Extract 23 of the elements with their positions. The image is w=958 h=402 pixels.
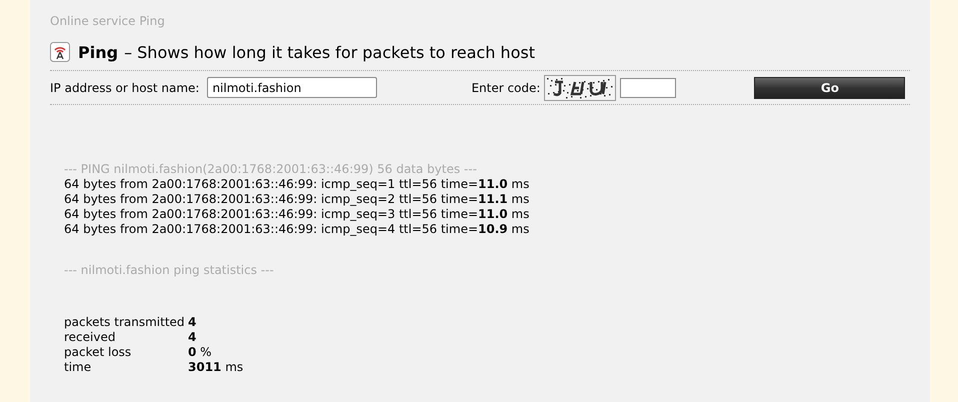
- stat-value: 4: [188, 330, 198, 345]
- ping-reply-line: 64 bytes from 2a00:1768:2001:63::46:99: icmp_seq=1 ttl=56 time=11.0 ms: [64, 177, 530, 192]
- code-label: Enter code:: [471, 80, 540, 94]
- go-button[interactable]: Go: [754, 76, 906, 98]
- ping-reply-line: 64 bytes from 2a00:1768:2001:63::46:99: icmp_seq=2 ttl=56 time=11.1 ms: [64, 192, 530, 207]
- stat-label: received: [64, 330, 116, 345]
- ping-header: --- PING nilmoti.fashion(2a00:1768:2001:63::46:99) 56 data bytes ---: [64, 162, 478, 177]
- stat-value: 4: [188, 315, 198, 330]
- statistics-header: --- nilmoti.fashion ping statistics ---: [64, 263, 275, 278]
- host-label: IP address or host name:: [50, 80, 200, 94]
- page-title: Ping: [78, 42, 118, 62]
- page-subtitle: – Shows how long it takes for packets to reach host: [124, 42, 535, 62]
- stat-label: packets transmitted: [64, 315, 186, 330]
- stat-value: 0 %: [188, 345, 213, 360]
- stat-label: time: [64, 360, 92, 375]
- antenna-icon: [50, 42, 70, 62]
- breadcrumb: Online service Ping: [50, 14, 166, 28]
- host-field[interactable]: nilmoti.fashion: [207, 77, 378, 98]
- stat-label: packet loss: [64, 345, 132, 360]
- code-field[interactable]: [620, 78, 676, 98]
- ping-reply-line: 64 bytes from 2a00:1768:2001:63::46:99: icmp_seq=4 ttl=56 time=10.9 ms: [64, 222, 530, 237]
- ping-reply-line: 64 bytes from 2a00:1768:2001:63::46:99: icmp_seq=3 ttl=56 time=11.0 ms: [64, 207, 530, 222]
- stat-value: 3011 ms: [188, 360, 244, 375]
